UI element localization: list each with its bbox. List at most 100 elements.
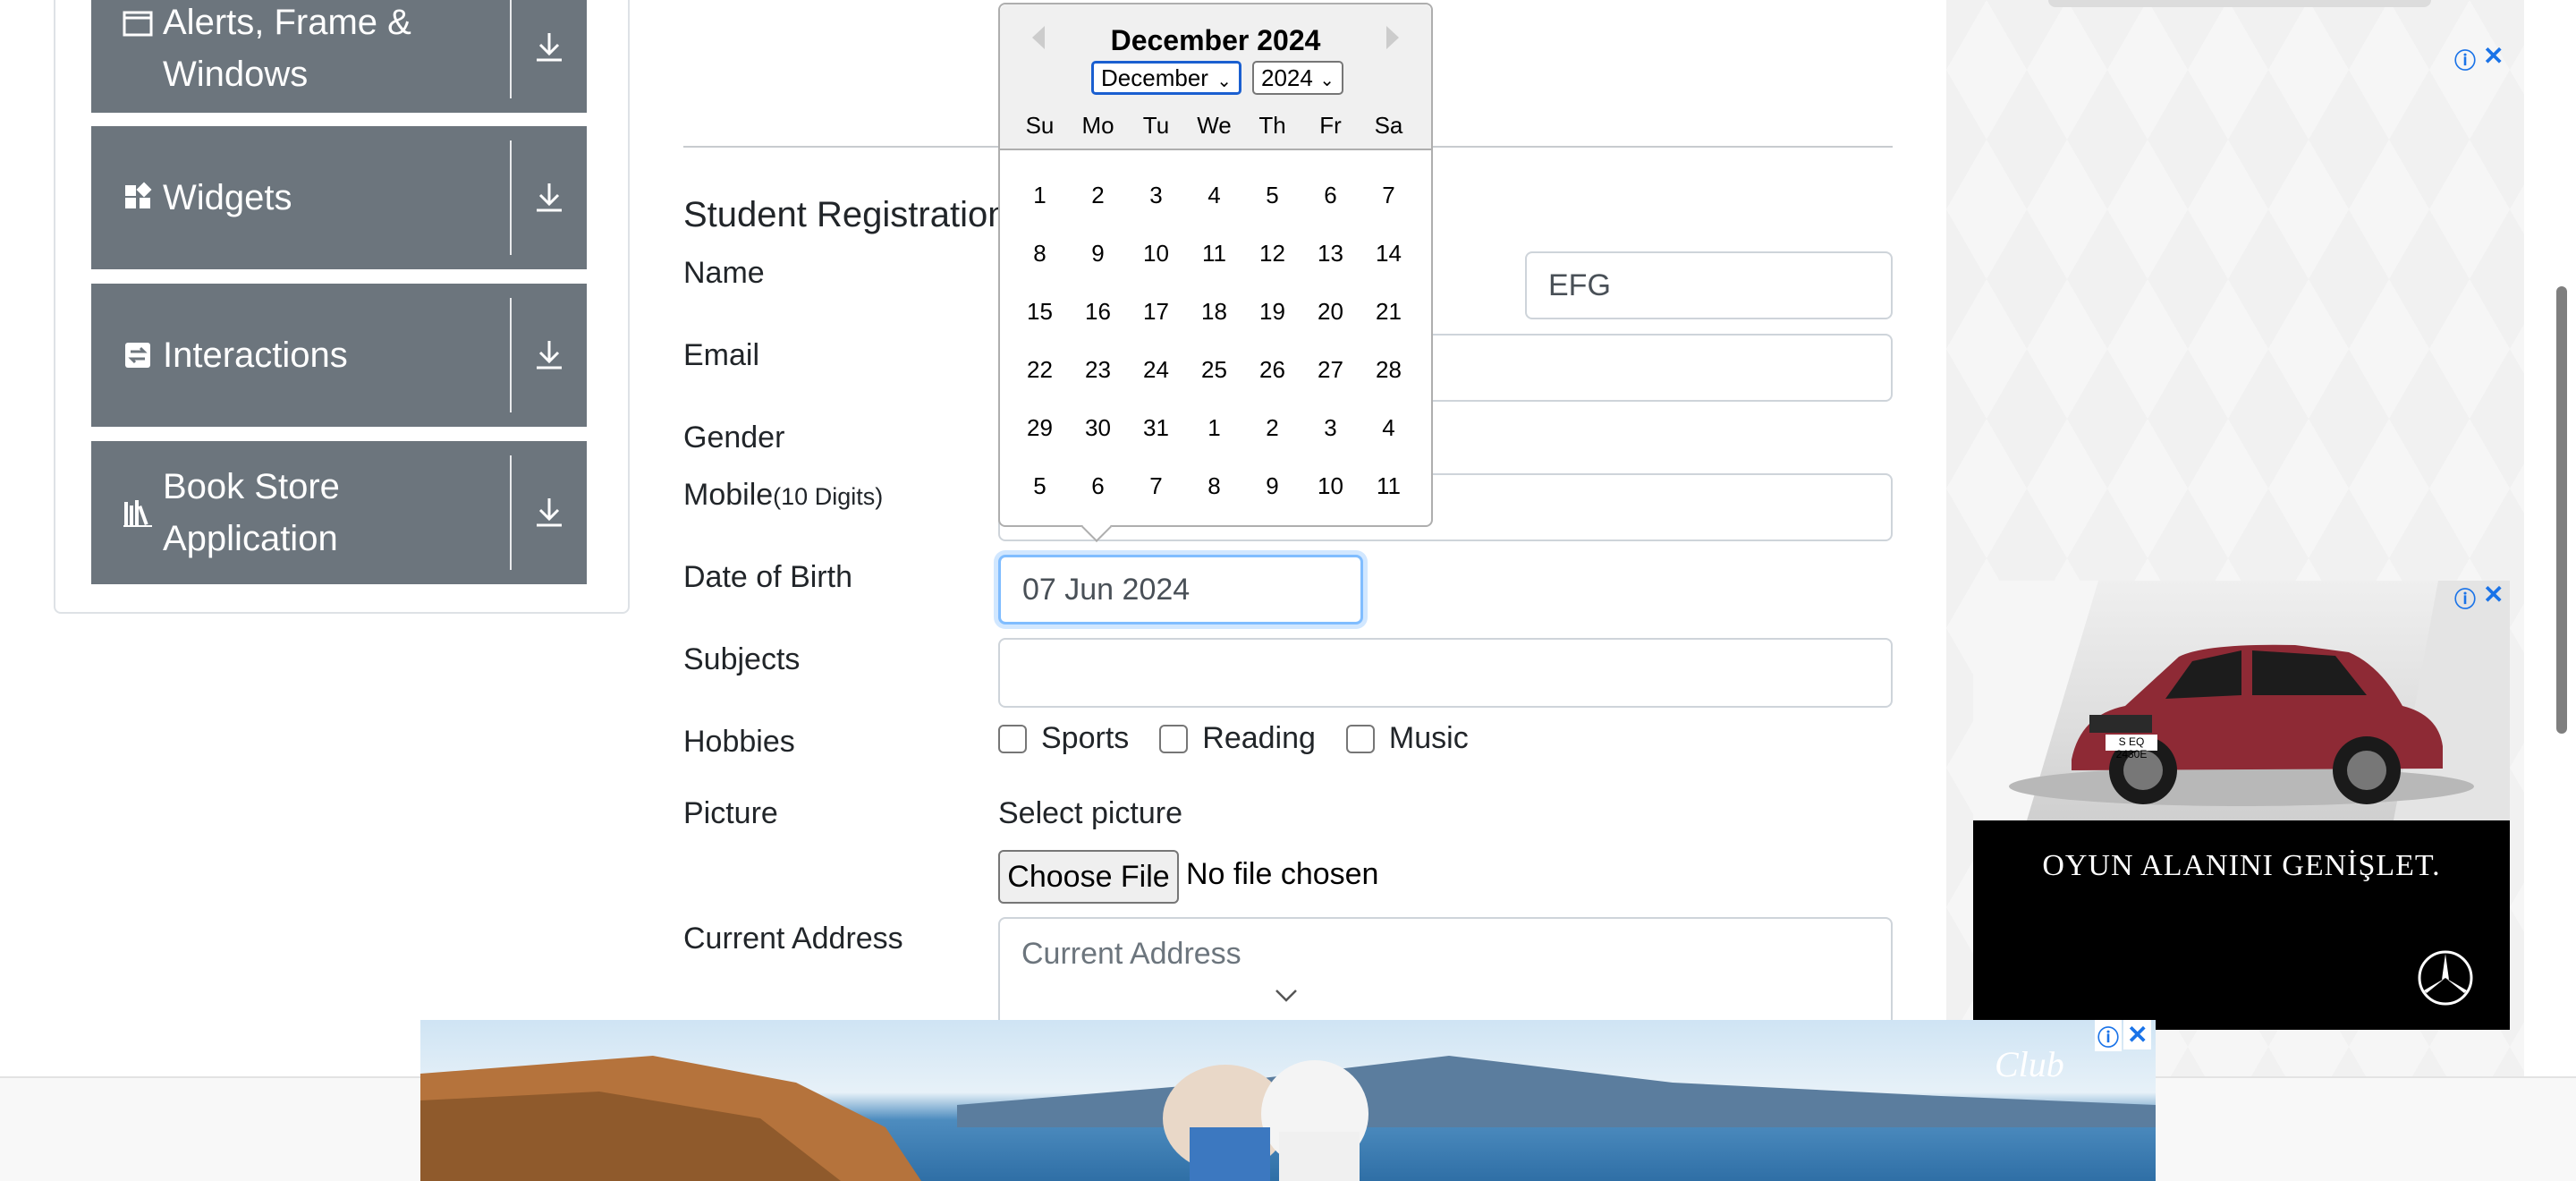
hobby-music[interactable]: Music [1345,721,1469,756]
calendar-day[interactable]: 8 [1185,472,1243,500]
ad-close-icon[interactable]: ✕ [2483,580,2504,609]
download-icon[interactable] [512,0,587,113]
calendar-day[interactable]: 20 [1301,298,1360,326]
calendar-day[interactable]: 9 [1243,472,1301,500]
calendar-day[interactable]: 3 [1301,414,1360,442]
calendar-day[interactable]: 10 [1301,472,1360,500]
subjects-label: Subjects [683,642,801,676]
calendar-day[interactable]: 9 [1069,240,1127,268]
calendar-day[interactable]: 2 [1243,414,1301,442]
mobile-label: Mobile(10 Digits) [683,478,883,513]
form-section-title: Student Registration [683,195,1008,234]
calendar-day[interactable]: 7 [1127,472,1185,500]
mobile-hint: (10 Digits) [773,483,884,510]
hobbies-group: Sports Reading Music [998,721,1499,756]
hobby-sports[interactable]: Sports [998,721,1129,756]
calendar-day[interactable]: 13 [1301,240,1360,268]
sidebar-group-interactions[interactable]: Interactions [91,284,587,427]
calendar-day[interactable]: 8 [1011,240,1069,268]
calendar-day[interactable]: 5 [1243,182,1301,209]
last-name-input[interactable]: EFG [1525,251,1893,319]
calendar-day[interactable]: 29 [1011,414,1069,442]
ad-info-icon[interactable]: ⓘ [2454,582,2476,613]
calendar-day[interactable]: 11 [1360,472,1418,500]
address-placeholder: Current Address [1021,937,1241,971]
car-image: S EQ 2430E [1973,581,2510,820]
date-of-birth-input[interactable]: 07 Jun 2024 [998,555,1363,624]
calendar-day[interactable]: 26 [1243,356,1301,384]
reading-checkbox[interactable] [1159,724,1189,753]
sidebar-group-book-store[interactable]: Book Store Application [91,441,587,584]
ad-close-icon[interactable]: ✕ [2123,1020,2152,1049]
calendar-day[interactable]: 24 [1127,356,1185,384]
calendar-week: 15 16 17 18 19 20 21 [1011,298,1418,356]
calendar-day[interactable]: 12 [1243,240,1301,268]
calendar-day[interactable]: 30 [1069,414,1127,442]
ad-info-icon[interactable]: ⓘ [2095,1020,2122,1051]
calendar-day[interactable]: 10 [1127,240,1185,268]
calendar-day[interactable]: 6 [1069,472,1127,500]
sidebar-group-label: Alerts, Frame & Windows [163,3,411,94]
calendar-day[interactable]: 17 [1127,298,1185,326]
last-name-value: EFG [1548,268,1611,302]
day-of-week-header: Su Mo Tu We Th Fr Sa [1011,112,1418,140]
chevron-down-icon: ⌄ [1216,72,1232,91]
calendar-day[interactable]: 1 [1011,182,1069,209]
calendar-day[interactable]: 23 [1069,356,1127,384]
calendar-day[interactable]: 27 [1301,356,1360,384]
calendar-day[interactable]: 22 [1011,356,1069,384]
bottom-banner-ad[interactable]: Club [420,1020,2156,1181]
file-status: No file chosen [1186,857,1379,891]
calendar-day[interactable]: 7 [1360,182,1418,209]
month-select-value: December [1101,64,1208,91]
day-of-week: Tu [1142,112,1170,139]
ad-info-icon[interactable]: ⓘ [2454,43,2476,74]
month-select[interactable]: December ⌄ [1091,61,1241,95]
mercedes-logo-icon [2418,950,2473,1006]
calendar-day[interactable]: 11 [1185,240,1243,268]
calendar-day[interactable]: 31 [1127,414,1185,442]
calendar-day[interactable]: 3 [1127,182,1185,209]
calendar-day[interactable]: 5 [1011,472,1069,500]
calendar-day[interactable]: 16 [1069,298,1127,326]
calendar-day[interactable]: 4 [1360,414,1418,442]
calendar-day[interactable]: 1 [1185,414,1243,442]
calendar-day[interactable]: 28 [1360,356,1418,384]
hobbies-label: Hobbies [683,725,795,759]
calendar-day[interactable]: 21 [1360,298,1418,326]
download-icon[interactable] [512,441,587,584]
day-of-week: Fr [1319,112,1342,139]
hobby-label: Music [1388,721,1469,755]
calendar-day[interactable]: 19 [1243,298,1301,326]
interactions-icon [125,343,150,368]
divider [510,0,512,98]
page-scrollbar[interactable] [2556,286,2567,734]
divider [510,455,512,570]
calendar-day[interactable]: 14 [1360,240,1418,268]
select-picture-label: Select picture [998,796,1182,830]
sidebar-group-alerts[interactable]: Alerts, Frame & Windows [91,0,587,113]
calendar-week: 1234567 [1011,182,1418,240]
calendar-day[interactable]: 25 [1185,356,1243,384]
sidebar-group-widgets[interactable]: Widgets [91,126,587,269]
car-ad[interactable]: S EQ 2430E OYUN ALANINI GENİŞLET. [1973,581,2510,1030]
ad-close-icon[interactable]: ✕ [2483,41,2504,71]
calendar-week: 29 30 31 1 2 3 4 [1011,414,1418,472]
calendar-day[interactable]: 18 [1185,298,1243,326]
sidebar-group-label: Book Store Application [163,467,340,558]
sports-checkbox[interactable] [998,724,1027,753]
download-icon[interactable] [512,284,587,427]
ad-top-strip [2048,0,2431,7]
year-select[interactable]: 2024 ⌄ [1252,61,1343,95]
download-icon[interactable] [512,126,587,269]
calendar-day[interactable]: 4 [1185,182,1243,209]
calendar-day[interactable]: 6 [1301,182,1360,209]
calendar-day[interactable]: 2 [1069,182,1127,209]
hobby-reading[interactable]: Reading [1159,721,1316,756]
widgets-icon [125,182,152,208]
subjects-input[interactable] [998,638,1893,708]
book-store-icon [123,500,152,527]
choose-file-button[interactable]: Choose File [998,850,1179,904]
music-checkbox[interactable] [1345,724,1375,753]
calendar-day[interactable]: 15 [1011,298,1069,326]
